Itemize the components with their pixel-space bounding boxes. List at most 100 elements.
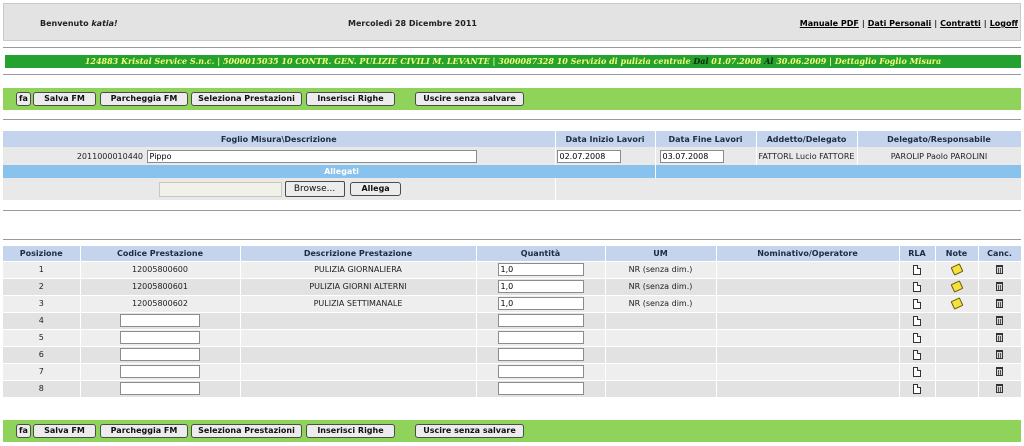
table-row: 312005800602PULIZIA SETTIMANALE NR (senza…	[3, 295, 1022, 313]
row-codice-cell	[80, 312, 241, 330]
trash-icon[interactable]	[996, 316, 1003, 325]
welcome-text: Benvenuto katia!	[40, 19, 118, 28]
delegato-value: PAROLIP Paolo PAROLINI	[857, 147, 1022, 165]
link-separator: |	[861, 19, 865, 28]
codice-input[interactable]	[120, 365, 200, 378]
trash-icon[interactable]	[996, 384, 1003, 393]
quantita-input[interactable]	[497, 314, 584, 327]
trash-icon[interactable]	[996, 299, 1003, 308]
addetto-value: FATTORL Lucio FATTORE	[756, 147, 858, 165]
row-rla-cell	[899, 346, 936, 364]
allega-button[interactable]: Allega	[350, 182, 402, 196]
allegati-header-right	[655, 165, 1022, 178]
row-note-cell	[935, 261, 979, 279]
foglio-misura-table: Foglio Misura\Descrizione Data Inizio La…	[3, 131, 1022, 200]
seleziona-prestazioni-button[interactable]: Seleziona Prestazioni	[191, 424, 302, 438]
breadcrumb-dal-label: Dal	[693, 56, 709, 66]
inserisci-righe-button[interactable]: Inserisci Righe	[306, 424, 395, 438]
document-icon[interactable]	[913, 281, 921, 292]
link-separator: |	[934, 19, 938, 28]
data-inizio-input[interactable]	[556, 149, 621, 163]
document-icon[interactable]	[913, 264, 921, 275]
document-icon[interactable]	[913, 298, 921, 309]
data-fine-input[interactable]	[659, 149, 724, 163]
row-rla-cell	[899, 295, 936, 313]
row-quantita-cell	[476, 295, 606, 313]
quantita-input[interactable]	[497, 382, 584, 395]
trash-icon[interactable]	[996, 350, 1003, 359]
note-icon[interactable]	[950, 297, 963, 310]
file-path-input[interactable]	[159, 181, 282, 197]
document-icon[interactable]	[913, 332, 921, 343]
toolbar-top: fa Salva FM Parcheggia FM Seleziona Pres…	[3, 88, 1021, 110]
note-icon[interactable]	[950, 263, 963, 276]
uscire-senza-salvare-button[interactable]: Uscire senza salvare	[415, 424, 524, 438]
trash-icon[interactable]	[996, 282, 1003, 291]
inserisci-righe-button[interactable]: Inserisci Righe	[306, 92, 395, 106]
uscire-senza-salvare-button[interactable]: Uscire senza salvare	[415, 92, 524, 106]
codice-input[interactable]	[120, 314, 200, 327]
row-nominativo	[716, 295, 900, 313]
quantita-input[interactable]	[497, 365, 584, 378]
codice-input[interactable]	[120, 331, 200, 344]
salva-fm-button[interactable]: Salva FM	[33, 424, 96, 438]
parcheggia-fm-button[interactable]: Parcheggia FM	[100, 92, 188, 106]
document-icon[interactable]	[913, 349, 921, 360]
table-row: 5	[3, 329, 1022, 347]
link-logoff[interactable]: Logoff	[990, 19, 1018, 28]
quantita-input[interactable]	[497, 348, 584, 361]
quantita-input[interactable]	[497, 280, 584, 293]
table-row: 212005800601PULIZIA GIORNI ALTERNI NR (se…	[3, 278, 1022, 296]
row-note-cell	[935, 312, 979, 330]
row-note-cell	[935, 329, 979, 347]
seleziona-prestazioni-button[interactable]: Seleziona Prestazioni	[191, 92, 302, 106]
row-canc-cell	[978, 278, 1022, 296]
row-canc-cell	[978, 363, 1022, 381]
browse-button[interactable]: Browse...	[284, 181, 345, 197]
data-fine-cell	[655, 147, 757, 165]
note-icon[interactable]	[950, 280, 963, 293]
header-codice: Codice Prestazione	[80, 246, 241, 262]
table-row: 8	[3, 380, 1022, 398]
codice-input[interactable]	[120, 348, 200, 361]
row-quantita-cell	[476, 380, 606, 398]
quantita-input[interactable]	[497, 331, 584, 344]
document-icon[interactable]	[913, 383, 921, 394]
descrizione-input[interactable]	[146, 149, 477, 163]
table-row: 7	[3, 363, 1022, 381]
small-action-button[interactable]: fa	[16, 424, 31, 438]
document-icon[interactable]	[913, 315, 921, 326]
small-action-button[interactable]: fa	[16, 92, 31, 106]
row-rla-cell	[899, 278, 936, 296]
link-dati-personali[interactable]: Dati Personali	[868, 19, 931, 28]
row-codice-cell	[80, 380, 241, 398]
trash-icon[interactable]	[996, 367, 1003, 376]
link-manuale-pdf[interactable]: Manuale PDF	[800, 19, 859, 28]
row-um	[605, 380, 717, 398]
quantita-input[interactable]	[497, 297, 584, 310]
codice-input[interactable]	[120, 382, 200, 395]
row-canc-cell	[978, 346, 1022, 364]
divider	[3, 210, 1021, 211]
top-header: Benvenuto katia! Mercoledì 28 Dicembre 2…	[3, 3, 1021, 41]
row-quantita-cell	[476, 312, 606, 330]
quantita-input[interactable]	[497, 263, 584, 276]
header-descrizione: Descrizione Prestazione	[240, 246, 477, 262]
row-canc-cell	[978, 329, 1022, 347]
trash-icon[interactable]	[996, 265, 1003, 274]
row-canc-cell	[978, 261, 1022, 279]
trash-icon[interactable]	[996, 333, 1003, 342]
parcheggia-fm-button[interactable]: Parcheggia FM	[100, 424, 188, 438]
link-contratti[interactable]: Contratti	[940, 19, 981, 28]
toolbar-bottom: fa Salva FM Parcheggia FM Seleziona Pres…	[3, 420, 1021, 442]
row-rla-cell	[899, 380, 936, 398]
header-data-fine: Data Fine Lavori	[655, 131, 757, 147]
row-nominativo	[716, 346, 900, 364]
foglio-descrizione-cell: 2011000010440	[3, 147, 556, 165]
header-posizione: Posizione	[3, 246, 81, 262]
document-icon[interactable]	[913, 366, 921, 377]
breadcrumb-date-to: 30.06.2009 | Dettaglio Foglio Misura	[773, 56, 942, 66]
row-quantita-cell	[476, 346, 606, 364]
salva-fm-button[interactable]: Salva FM	[33, 92, 96, 106]
row-quantita-cell	[476, 278, 606, 296]
